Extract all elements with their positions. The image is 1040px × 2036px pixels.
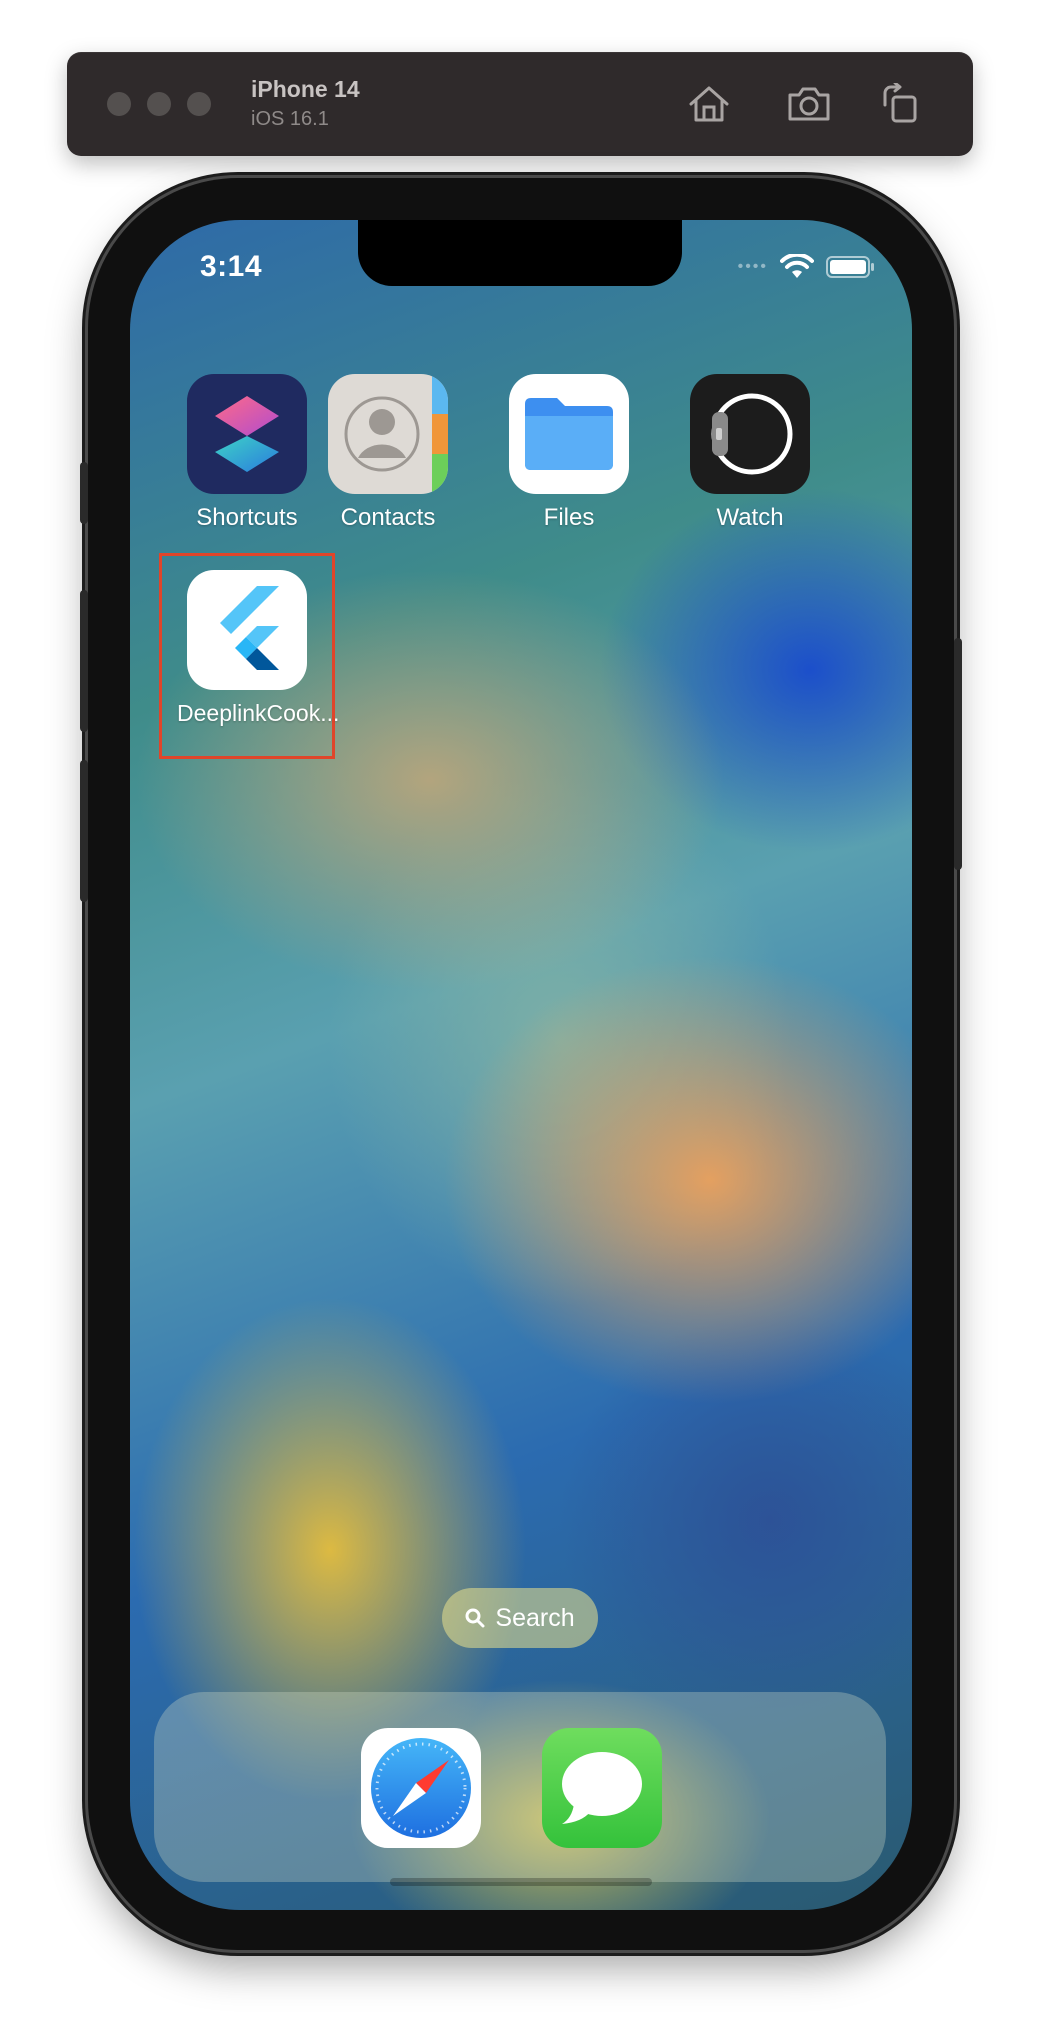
- notch: [358, 220, 682, 286]
- app-label: Shortcuts: [196, 504, 298, 531]
- search-button[interactable]: Search: [442, 1588, 598, 1648]
- home-screen: 3:14 •••• Shortcuts Contacts Files Watch…: [130, 220, 912, 1910]
- app-watch[interactable]: Watch: [680, 374, 820, 532]
- cellular-signal-icon: ••••: [737, 258, 768, 275]
- wifi-icon: [780, 254, 814, 278]
- dock: [154, 1692, 886, 1882]
- volume-down-button: [80, 760, 88, 902]
- home-indicator: [390, 1878, 652, 1886]
- screenshot-button[interactable]: [785, 80, 833, 128]
- window-close-button[interactable]: [107, 92, 131, 116]
- search-label: Search: [495, 1603, 575, 1632]
- app-shortcuts[interactable]: Shortcuts: [177, 374, 317, 532]
- contacts-icon: [328, 374, 448, 494]
- simulator-title-bar: iPhone 14 iOS 16.1: [67, 52, 973, 156]
- dock-safari[interactable]: [361, 1728, 481, 1848]
- watch-icon: [690, 374, 810, 494]
- volume-up-button: [80, 590, 88, 732]
- safari-icon: [371, 1738, 471, 1838]
- rotate-icon: [883, 83, 917, 123]
- app-contacts[interactable]: Contacts: [318, 374, 458, 532]
- app-label: Watch: [716, 504, 784, 531]
- window-minimize-button[interactable]: [147, 92, 171, 116]
- screenshot-icon: [788, 87, 830, 121]
- app-label: Contacts: [340, 504, 436, 531]
- silent-switch: [80, 462, 88, 524]
- app-label: DeeplinkCook...: [177, 700, 340, 726]
- app-deeplinkcookbook[interactable]: DeeplinkCook...: [177, 570, 340, 727]
- window-zoom-button[interactable]: [187, 92, 211, 116]
- home-icon: [689, 86, 729, 122]
- os-version: iOS 16.1: [251, 108, 329, 130]
- files-icon: [509, 374, 629, 494]
- app-files[interactable]: Files: [499, 374, 639, 532]
- device-name: iPhone 14: [251, 76, 360, 102]
- side-power-button: [954, 638, 962, 870]
- dock-messages[interactable]: [542, 1728, 662, 1848]
- status-icons: ••••: [738, 254, 876, 280]
- status-time: 3:14: [200, 250, 263, 283]
- app-label: Files: [543, 504, 595, 531]
- shortcuts-icon: [187, 374, 307, 494]
- messages-icon: [562, 1752, 642, 1824]
- home-button[interactable]: [685, 80, 733, 128]
- battery-icon: [826, 256, 874, 278]
- search-icon: [465, 1608, 485, 1628]
- rotate-button[interactable]: [875, 80, 923, 128]
- flutter-icon: [187, 570, 307, 690]
